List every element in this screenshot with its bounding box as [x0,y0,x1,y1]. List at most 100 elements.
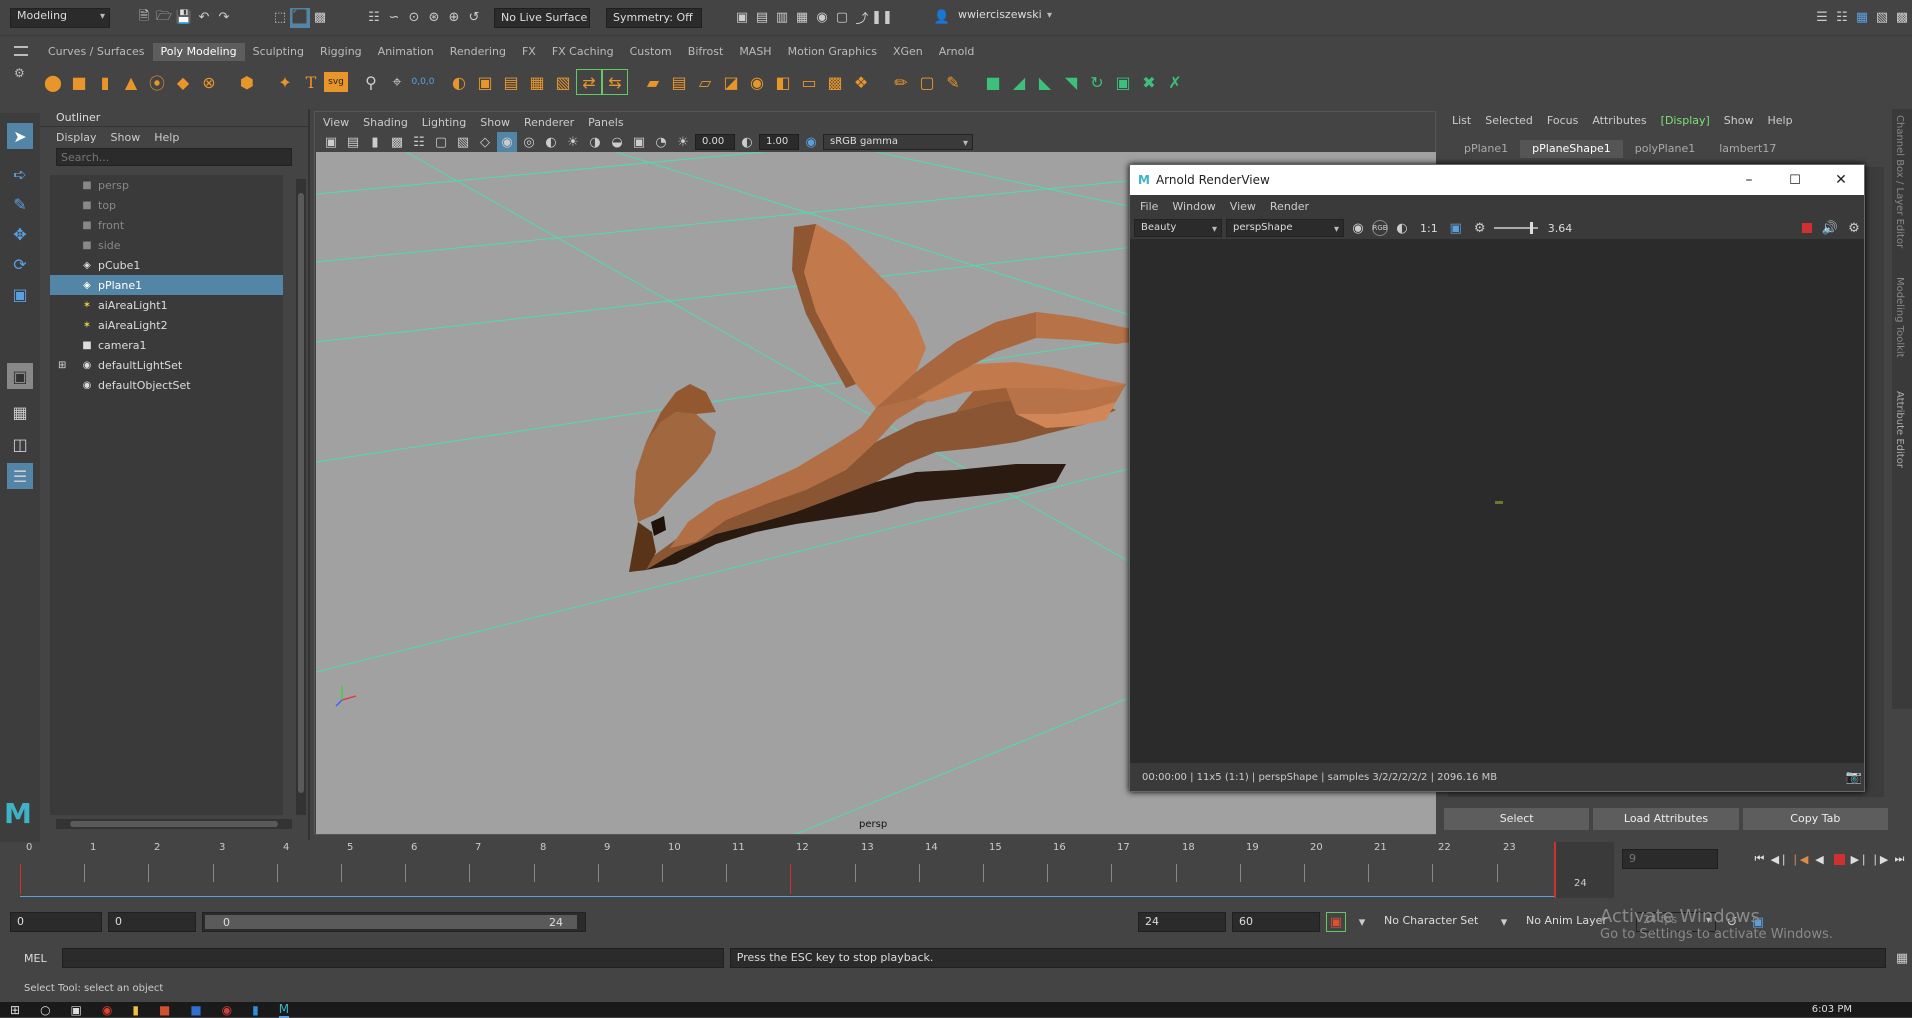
render-image-area[interactable] [1130,239,1864,763]
shelf-tab-rigging[interactable]: Rigging [312,43,370,61]
playback-start-field[interactable]: 0 [108,912,196,932]
char-set-menu-icon[interactable]: ▾ [1352,912,1372,932]
maya-taskbar-icon[interactable]: M [278,1002,290,1018]
shelf-tab-curves-surfaces[interactable]: Curves / Surfaces [40,43,153,61]
scene-start-field[interactable]: 0 [10,912,102,932]
renderview-menu-window[interactable]: Window [1172,200,1215,213]
refresh-render-icon[interactable]: ◉ [1348,218,1368,238]
close-button[interactable]: ✕ [1818,172,1864,188]
platonic-solid-icon[interactable]: ⬢ [234,69,260,95]
insert-loop-icon[interactable]: ▭ [796,69,822,95]
extract-icon[interactable]: ▤ [498,69,524,95]
resolution-gate-icon[interactable]: ▧ [453,132,473,152]
powerpoint-icon[interactable]: ■ [159,1003,170,1017]
script-editor-icon[interactable]: ▦ [1892,948,1912,968]
attr-menu-show[interactable]: Show [1724,114,1754,127]
camera-attr-icon[interactable]: ▤ [343,132,363,152]
rgb-channel-icon[interactable]: RGB [1372,220,1388,236]
step-back-frame-icon[interactable]: ❘◀ [1791,851,1809,868]
exposure-icon[interactable]: ☀ [673,132,693,152]
step-forward-frame-icon[interactable]: ▶❘ [1851,851,1869,868]
attr-tab-pplaneshape1[interactable]: pPlaneShape1 [1520,140,1623,158]
color-management-icon[interactable]: ◉ [801,132,821,152]
shadows-icon[interactable]: ◑ [585,132,605,152]
live-surface-field[interactable]: No Live Surface [494,7,590,28]
viewport-menu-lighting[interactable]: Lighting [422,116,466,129]
undo-icon[interactable]: ↶ [194,8,214,28]
target-weld-icon[interactable]: ✏ [888,69,914,95]
poly-plane-icon[interactable]: ◆ [170,69,196,95]
outliner-item-aiarealight1[interactable]: ✶ aiAreaLight1 [50,295,283,315]
cylindrical-uv-icon[interactable]: ◥ [1058,69,1084,95]
poly-sphere-icon[interactable]: ⬤ [40,69,66,95]
spherical-uv-icon[interactable]: ↻ [1084,69,1110,95]
snapshot-icon[interactable]: 📷 [1844,767,1864,787]
select-tool-icon[interactable]: ➤ [7,123,33,149]
step-back-key-icon[interactable]: ◀❘ [1771,851,1789,868]
camera-dropdown[interactable]: perspShape [1226,219,1344,238]
poly-torus-icon[interactable]: ⦿ [144,69,170,95]
connect-icon[interactable]: ▢ [914,69,940,95]
symmetrize-icon[interactable]: ⇆ [602,69,628,95]
renderview-menu-file[interactable]: File [1140,200,1158,213]
chrome-icon[interactable]: ◉ [102,1003,112,1017]
side-tab-attribute-editor[interactable]: Attribute Editor [1894,391,1905,501]
current-frame-field[interactable]: 9 [1622,849,1718,869]
boolean-icon[interactable]: ▧ [550,69,576,95]
app-icon[interactable]: ◉ [222,1003,232,1017]
go-to-start-icon[interactable]: ⏮ [1751,851,1768,868]
attr-tab-pplane1[interactable]: pPlane1 [1452,140,1520,158]
expand-icon[interactable]: ⊞ [58,360,66,371]
textured-icon[interactable]: ◐ [541,132,561,152]
sew-uv-icon[interactable]: ✗ [1162,69,1188,95]
select-component-icon[interactable]: ▩ [310,8,330,28]
exposure-value[interactable]: 3.64 [1548,222,1573,235]
outliner-item-side[interactable]: ■ side [50,235,283,255]
stop-render-icon[interactable] [1802,223,1812,233]
modeling-toolkit-toggle-icon[interactable]: ☰ [1812,8,1832,28]
audio-icon[interactable]: 🔊 [1820,218,1840,238]
symmetry-field[interactable]: Symmetry: Off [606,7,702,28]
step-forward-key-icon[interactable]: ❘▶ [1871,851,1889,868]
svg-tool-icon[interactable]: svg [324,72,348,92]
outliner-item-pcube1[interactable]: ◈ pCube1 [50,255,283,275]
load-attributes-button[interactable]: Load Attributes [1593,808,1739,830]
shelf-tab-motion-graphics[interactable]: Motion Graphics [780,43,885,61]
shelf-tab-xgen[interactable]: XGen [885,43,931,61]
shelf-tab-fx-caching[interactable]: FX Caching [544,43,622,61]
snap-view-icon[interactable]: ⊛ [424,8,444,28]
outliner-item-defaultobjectset[interactable]: ◉ defaultObjectSet [50,375,283,395]
shelf-tab-poly-modeling[interactable]: Poly Modeling [152,43,245,61]
extrude-icon[interactable]: ▰ [640,69,666,95]
shelf-tab-mash[interactable]: MASH [731,43,779,61]
outliner-item-top[interactable]: ■ top [50,195,283,215]
frame-all-icon[interactable]: ▣ [1446,218,1466,238]
viewport-menu-shading[interactable]: Shading [363,116,408,129]
viewport-menu-show[interactable]: Show [480,116,510,129]
shelf-tab-arnold[interactable]: Arnold [931,43,983,61]
ipr-render-icon[interactable]: ▥ [772,8,792,28]
photoshop-icon[interactable]: ■ [190,1003,201,1017]
user-dropdown[interactable]: wwierciszewski [952,7,1056,28]
wire-on-shaded-icon[interactable]: ◎ [519,132,539,152]
outliner-search-input[interactable] [56,148,292,166]
tool-settings-toggle-icon[interactable]: ▦ [1852,8,1872,28]
xray-icon[interactable]: ◔ [651,132,671,152]
shelf-tab-rendering[interactable]: Rendering [442,43,514,61]
snap-grid-icon[interactable]: ☷ [364,8,384,28]
scene-end-field[interactable]: 60 [1232,912,1320,932]
playhead[interactable]: 24 [1554,842,1614,898]
range-bar[interactable]: 0 24 [202,912,586,932]
shelf-tab-bifrost[interactable]: Bifrost [680,43,732,61]
poly-cone-icon[interactable]: ▲ [118,69,144,95]
attr-menu-list[interactable]: List [1452,114,1471,127]
combine-icon[interactable]: ◐ [446,69,472,95]
uv-editor-icon[interactable]: ■ [980,69,1006,95]
four-view-layout-icon[interactable]: ▦ [7,399,33,425]
single-layout-icon[interactable]: ▣ [7,363,33,389]
copy-tab-button[interactable]: Copy Tab [1742,808,1888,830]
smooth-shade-icon[interactable]: ◉ [497,132,517,152]
outliner-vscrollbar[interactable] [296,179,306,815]
attr-menu-display[interactable]: [Display] [1661,114,1710,127]
bevel-icon[interactable]: ▱ [692,69,718,95]
